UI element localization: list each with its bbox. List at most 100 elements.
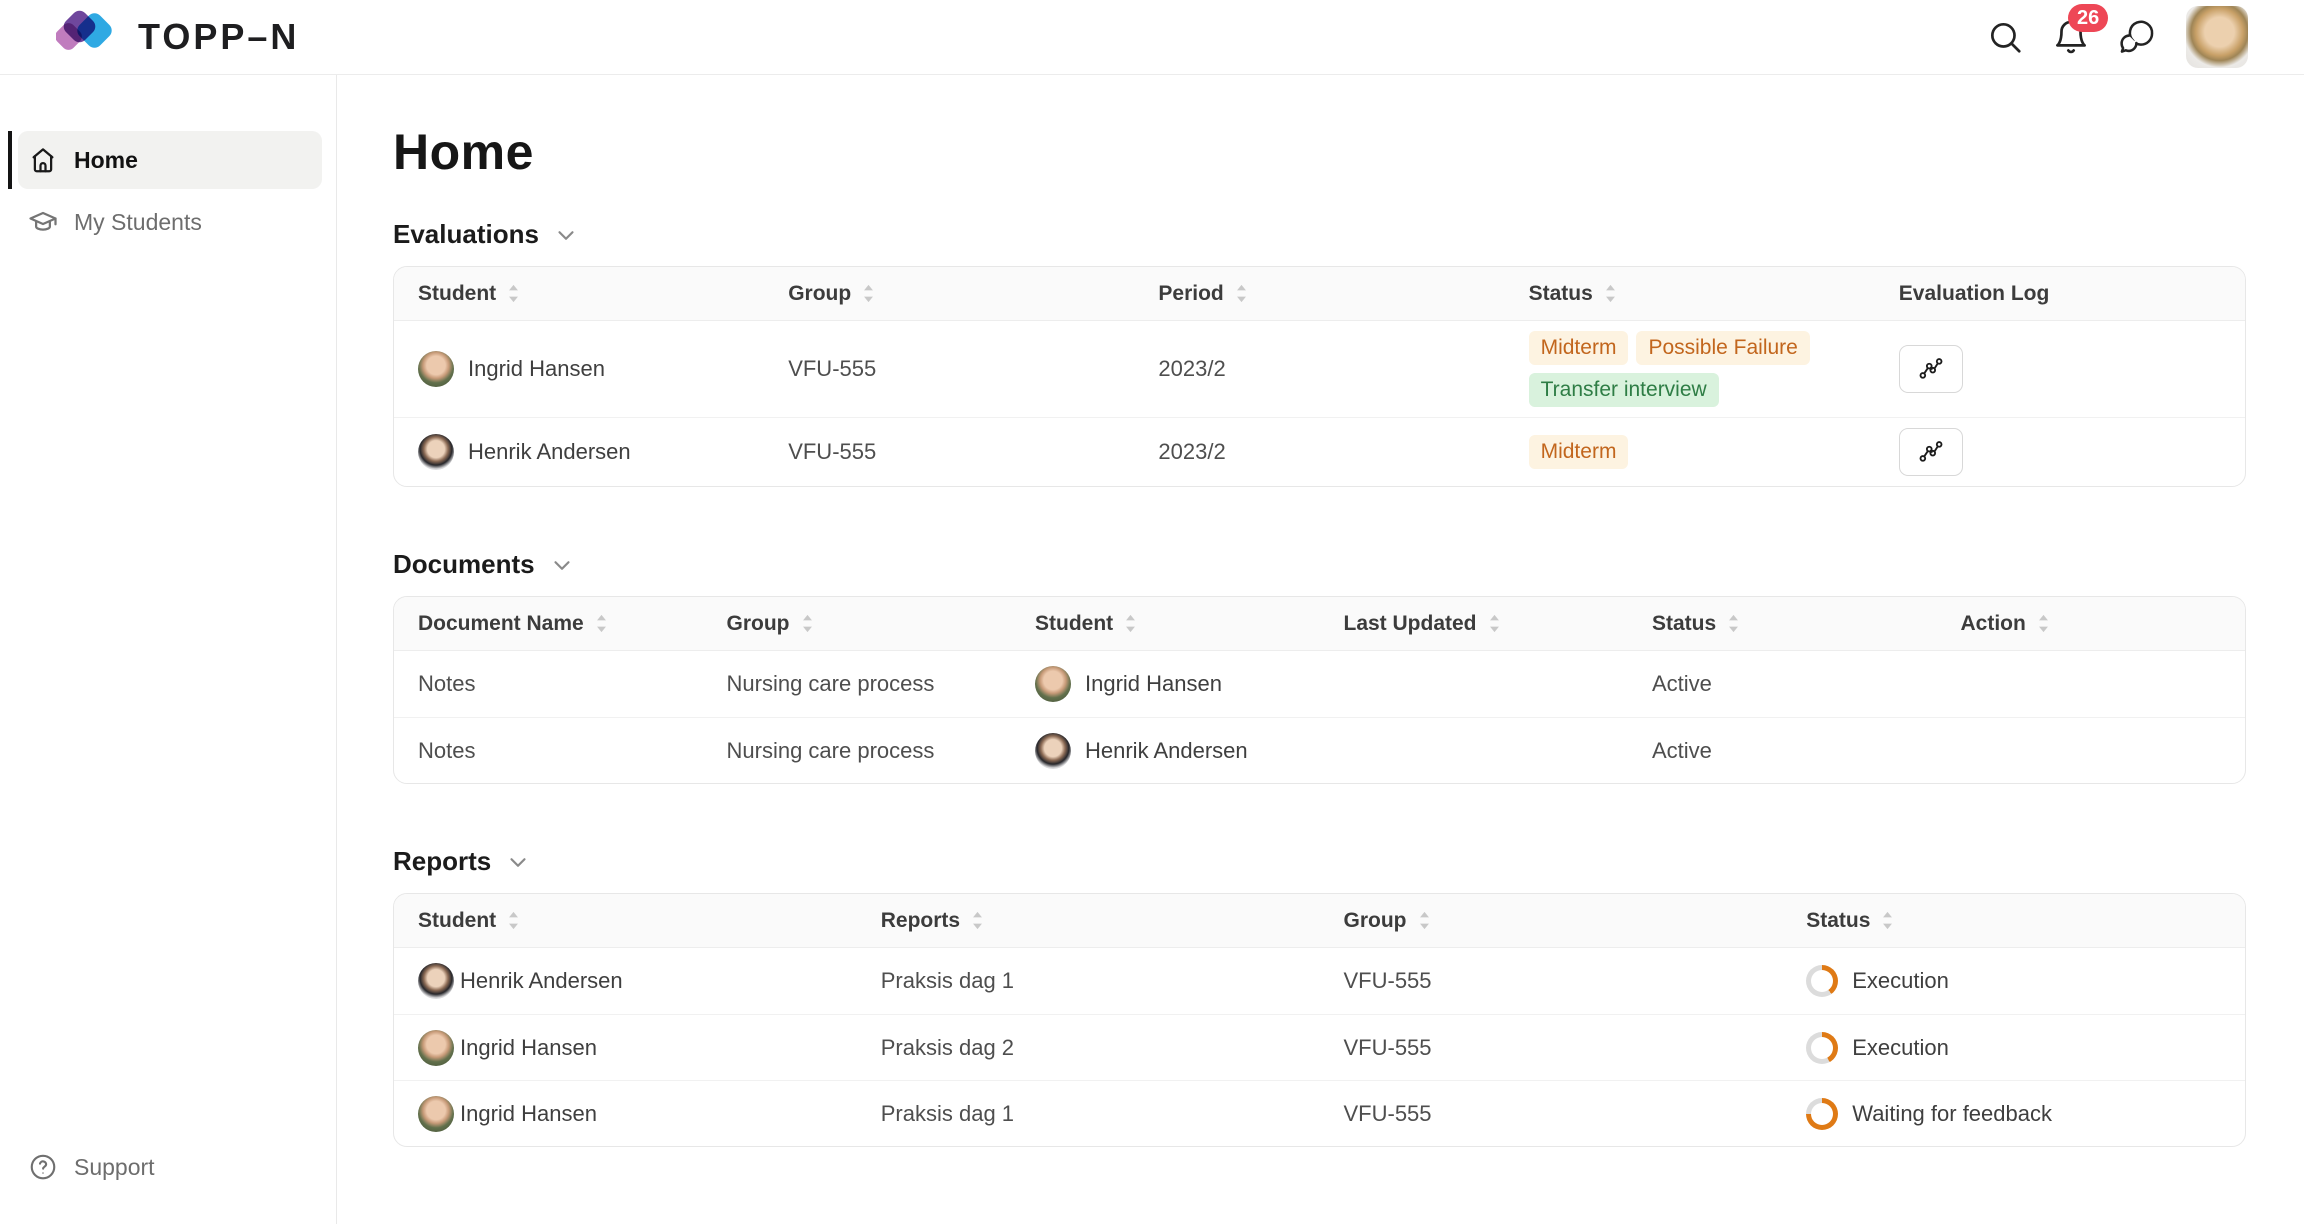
report-cell: Praksis dag 2 (857, 1015, 1320, 1080)
column-header-group[interactable]: Group (1320, 909, 1783, 933)
progress-ring (1806, 1032, 1838, 1064)
evaluations-section-toggle[interactable]: Evaluations (393, 219, 579, 250)
sort-icon (2036, 613, 2051, 634)
student-name: Ingrid Hansen (460, 1101, 597, 1127)
documents-table: Document Name Group Student Last Updated Sta… (393, 596, 2246, 784)
brand-name: TOPP–N (138, 16, 299, 58)
column-header-student[interactable]: Student (1011, 612, 1320, 636)
status-badge: Midterm (1529, 435, 1629, 469)
evaluation-log-icon (1917, 438, 1945, 466)
student-name: Henrik Andersen (468, 439, 631, 465)
student-name: Henrik Andersen (460, 968, 623, 994)
sort-icon (1417, 910, 1432, 931)
evaluation-log-cell (1875, 321, 2245, 417)
column-header-status[interactable]: Status (1782, 909, 2245, 933)
column-header-period[interactable]: Period (1134, 282, 1504, 306)
column-header-student[interactable]: Student (394, 909, 857, 933)
graduation-cap-icon (28, 207, 58, 237)
sidebar-item-home[interactable]: Home (18, 131, 322, 189)
main-content: Home Evaluations StudentGroupPeriodStatu… (337, 75, 2304, 1224)
student-cell: Henrik Andersen (1011, 718, 1320, 783)
search-icon (1986, 18, 2024, 56)
column-header-label: Student (418, 282, 496, 306)
student-cell: Henrik Andersen (394, 948, 857, 1014)
document-name-cell: Notes (394, 718, 703, 783)
avatar (418, 1096, 454, 1132)
action-cell (1937, 718, 2246, 783)
evaluations-table-body: Ingrid Hansen VFU-555 2023/2 MidtermPoss… (394, 321, 2245, 486)
student-cell: Ingrid Hansen (1011, 651, 1320, 717)
group-cell: VFU-555 (1320, 1081, 1783, 1146)
status-badges: MidtermPossible FailureTransfer intervie… (1529, 331, 1851, 407)
chevron-down-icon (549, 552, 575, 578)
brand-logo-icon (56, 8, 118, 66)
evaluation-log-button[interactable] (1899, 345, 1963, 393)
column-header-label: Student (1035, 612, 1113, 636)
column-header-reports[interactable]: Reports (857, 909, 1320, 933)
column-header-group[interactable]: Group (703, 612, 1012, 636)
messages-button[interactable] (2110, 10, 2164, 64)
last-updated-cell (1320, 718, 1629, 783)
sort-icon (800, 613, 815, 634)
brand-logo[interactable]: TOPP–N (56, 8, 299, 66)
column-header-document-name[interactable]: Document Name (394, 612, 703, 636)
group-cell: VFU-555 (1320, 948, 1783, 1014)
support-link[interactable]: Support (18, 1152, 322, 1182)
reports-table-header: Student Reports GroupStatus (394, 894, 2245, 948)
column-header-last-updated[interactable]: Last Updated (1320, 612, 1629, 636)
sort-icon (506, 283, 521, 304)
status-badge: Midterm (1529, 331, 1629, 365)
column-header-student[interactable]: Student (394, 282, 764, 306)
column-header-group[interactable]: Group (764, 282, 1134, 306)
student-name: Ingrid Hansen (468, 356, 605, 382)
column-header-label: Group (788, 282, 851, 306)
group-cell: VFU-555 (764, 321, 1134, 417)
student-cell: Ingrid Hansen (394, 1081, 857, 1146)
column-header-label: Status (1652, 612, 1716, 636)
column-header-action[interactable]: Action (1937, 612, 2246, 636)
table-row: Ingrid Hansen Praksis dag 2 VFU-555 Exec… (394, 1014, 2245, 1080)
sidebar-item-my-students[interactable]: My Students (18, 193, 322, 251)
column-header-label: Last Updated (1344, 612, 1477, 636)
status-cell: MidtermPossible FailureTransfer intervie… (1505, 321, 1875, 417)
column-header-status[interactable]: Status (1505, 282, 1875, 306)
student-cell: Henrik Andersen (394, 418, 764, 486)
sort-icon (594, 613, 609, 634)
evaluations-table-header: Student Group PeriodStatus Evaluation Log (394, 267, 2245, 321)
period-cell: 2023/2 (1134, 321, 1504, 417)
avatar (1035, 733, 1071, 769)
column-header-evaluation-log: Evaluation Log (1875, 282, 2245, 306)
status-badge: Transfer interview (1529, 373, 1719, 407)
evaluation-log-button[interactable] (1899, 428, 1963, 476)
chevron-down-icon (553, 222, 579, 248)
table-row: Ingrid Hansen Praksis dag 1 VFU-555 Wait… (394, 1080, 2245, 1146)
status-label: Execution (1852, 1035, 1949, 1061)
column-header-status[interactable]: Status (1628, 612, 1937, 636)
table-row: Henrik Andersen Praksis dag 1 VFU-555 Ex… (394, 948, 2245, 1014)
search-button[interactable] (1978, 10, 2032, 64)
column-header-label: Document Name (418, 612, 584, 636)
column-header-label: Evaluation Log (1899, 282, 2050, 306)
documents-section: Documents Document Name Group Student Last … (393, 549, 2246, 784)
student-name: Ingrid Hansen (460, 1035, 597, 1061)
reports-section-toggle[interactable]: Reports (393, 846, 531, 877)
status-cell: Active (1628, 718, 1937, 783)
table-row: Notes Nursing care process Henrik Anders… (394, 717, 2245, 783)
home-icon (28, 145, 58, 175)
avatar (418, 351, 454, 387)
progress-ring (1806, 965, 1838, 997)
evaluation-log-cell (1875, 418, 2245, 486)
documents-table-header: Document Name Group Student Last Updated Sta… (394, 597, 2245, 651)
notifications-button[interactable]: 26 (2044, 10, 2098, 64)
reports-table: Student Reports GroupStatus Henrik Anderse… (393, 893, 2246, 1147)
documents-section-toggle[interactable]: Documents (393, 549, 575, 580)
status-label: Execution (1852, 968, 1949, 994)
report-cell: Praksis dag 1 (857, 1081, 1320, 1146)
last-updated-cell (1320, 651, 1629, 717)
profile-avatar-button[interactable] (2186, 6, 2248, 68)
section-title: Documents (393, 549, 535, 580)
column-header-label: Reports (881, 909, 960, 933)
topbar-actions: 26 (1978, 6, 2248, 68)
evaluations-section: Evaluations Student Group PeriodStatus Eval… (393, 219, 2246, 487)
avatar (418, 434, 454, 470)
